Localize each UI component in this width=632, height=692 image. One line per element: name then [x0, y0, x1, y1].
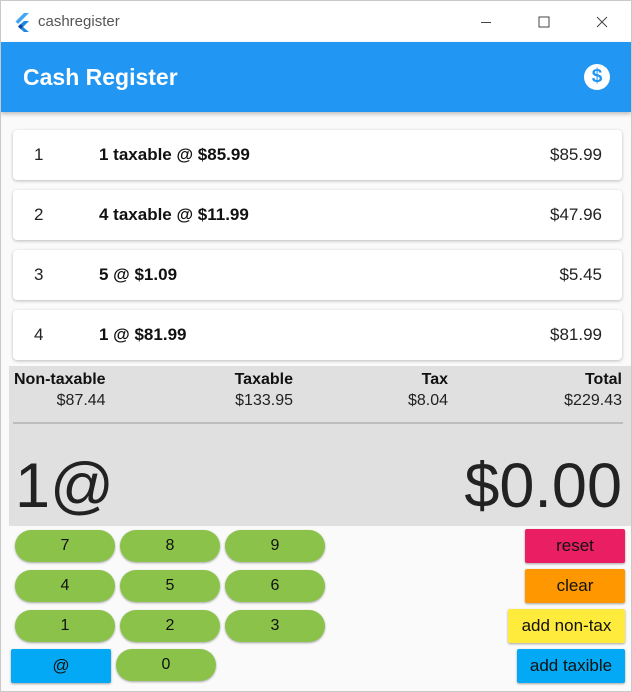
total-label: Total	[584, 371, 622, 388]
list-item[interactable]: 3 5 @ $1.09 $5.45	[13, 250, 622, 300]
item-amount: $81.99	[550, 325, 602, 344]
item-description: 4 taxable @ $11.99	[99, 205, 249, 224]
totals-panel: Non-taxable $87.44 Taxable $133.95 Tax $…	[9, 366, 631, 526]
non-taxable-column: Non-taxable $87.44	[14, 370, 106, 413]
item-description: 1 taxable @ $85.99	[99, 145, 250, 164]
total-value: $229.43	[564, 392, 622, 409]
non-taxable-value: $87.44	[56, 392, 106, 409]
taxable-label: Taxable	[234, 371, 293, 388]
app-bar-title: Cash Register	[23, 64, 178, 90]
minimize-button[interactable]	[457, 1, 515, 42]
key-1-button[interactable]: 1	[15, 610, 115, 642]
list-item[interactable]: 2 4 taxable @ $11.99 $47.96	[13, 190, 622, 240]
minimize-icon	[481, 21, 491, 23]
item-number: 2	[34, 205, 44, 224]
item-list: 1 1 taxable @ $85.99 $85.99 2 4 taxable …	[13, 130, 622, 370]
entry-amount-display: $0.00	[464, 451, 622, 521]
item-number: 1	[34, 145, 44, 164]
flutter-logo-icon	[15, 13, 29, 32]
item-number: 3	[34, 265, 44, 284]
app-bar: Cash Register $	[1, 42, 631, 112]
key-6-button[interactable]: 6	[225, 570, 325, 602]
item-amount: $47.96	[550, 205, 602, 224]
key-8-button[interactable]: 8	[120, 530, 220, 562]
app-window: cashregister Cash Register $ 1 1 taxable…	[0, 0, 632, 692]
key-4-button[interactable]: 4	[15, 570, 115, 602]
item-number: 4	[34, 325, 44, 344]
key-9-button[interactable]: 9	[225, 530, 325, 562]
taxable-value: $133.95	[235, 392, 293, 409]
item-description: 1 @ $81.99	[99, 325, 187, 344]
taxable-column: Taxable $133.95	[235, 370, 293, 413]
key-0-button[interactable]: 0	[116, 649, 216, 681]
close-button[interactable]	[573, 1, 631, 42]
maximize-button[interactable]	[515, 1, 573, 42]
tax-column: Tax $8.04	[408, 370, 448, 413]
list-item[interactable]: 4 1 @ $81.99 $81.99	[13, 310, 622, 360]
non-taxable-label: Non-taxable	[14, 371, 106, 388]
maximize-icon	[538, 16, 550, 27]
list-item[interactable]: 1 1 taxable @ $85.99 $85.99	[13, 130, 622, 180]
tax-label: Tax	[421, 371, 448, 388]
key-5-button[interactable]: 5	[120, 570, 220, 602]
add-non-tax-button[interactable]: add non-tax	[508, 609, 625, 643]
key-7-button[interactable]: 7	[15, 530, 115, 562]
entry-quantity-display: 1@	[15, 451, 114, 521]
item-amount: $5.45	[559, 265, 602, 284]
dollar-icon[interactable]: $	[584, 64, 610, 90]
key-2-button[interactable]: 2	[120, 610, 220, 642]
tax-value: $8.04	[407, 392, 448, 409]
reset-button[interactable]: reset	[525, 529, 625, 563]
title-bar: cashregister	[1, 1, 631, 42]
key-3-button[interactable]: 3	[225, 610, 325, 642]
window-title: cashregister	[38, 13, 120, 30]
at-button[interactable]: @	[11, 649, 111, 683]
item-amount: $85.99	[550, 145, 602, 164]
total-column: Total $229.43	[564, 370, 622, 413]
item-description: 5 @ $1.09	[99, 265, 178, 284]
add-taxable-button[interactable]: add taxible	[517, 649, 625, 683]
summary-divider	[13, 422, 623, 424]
close-icon	[596, 16, 608, 27]
clear-button[interactable]: clear	[525, 569, 625, 603]
